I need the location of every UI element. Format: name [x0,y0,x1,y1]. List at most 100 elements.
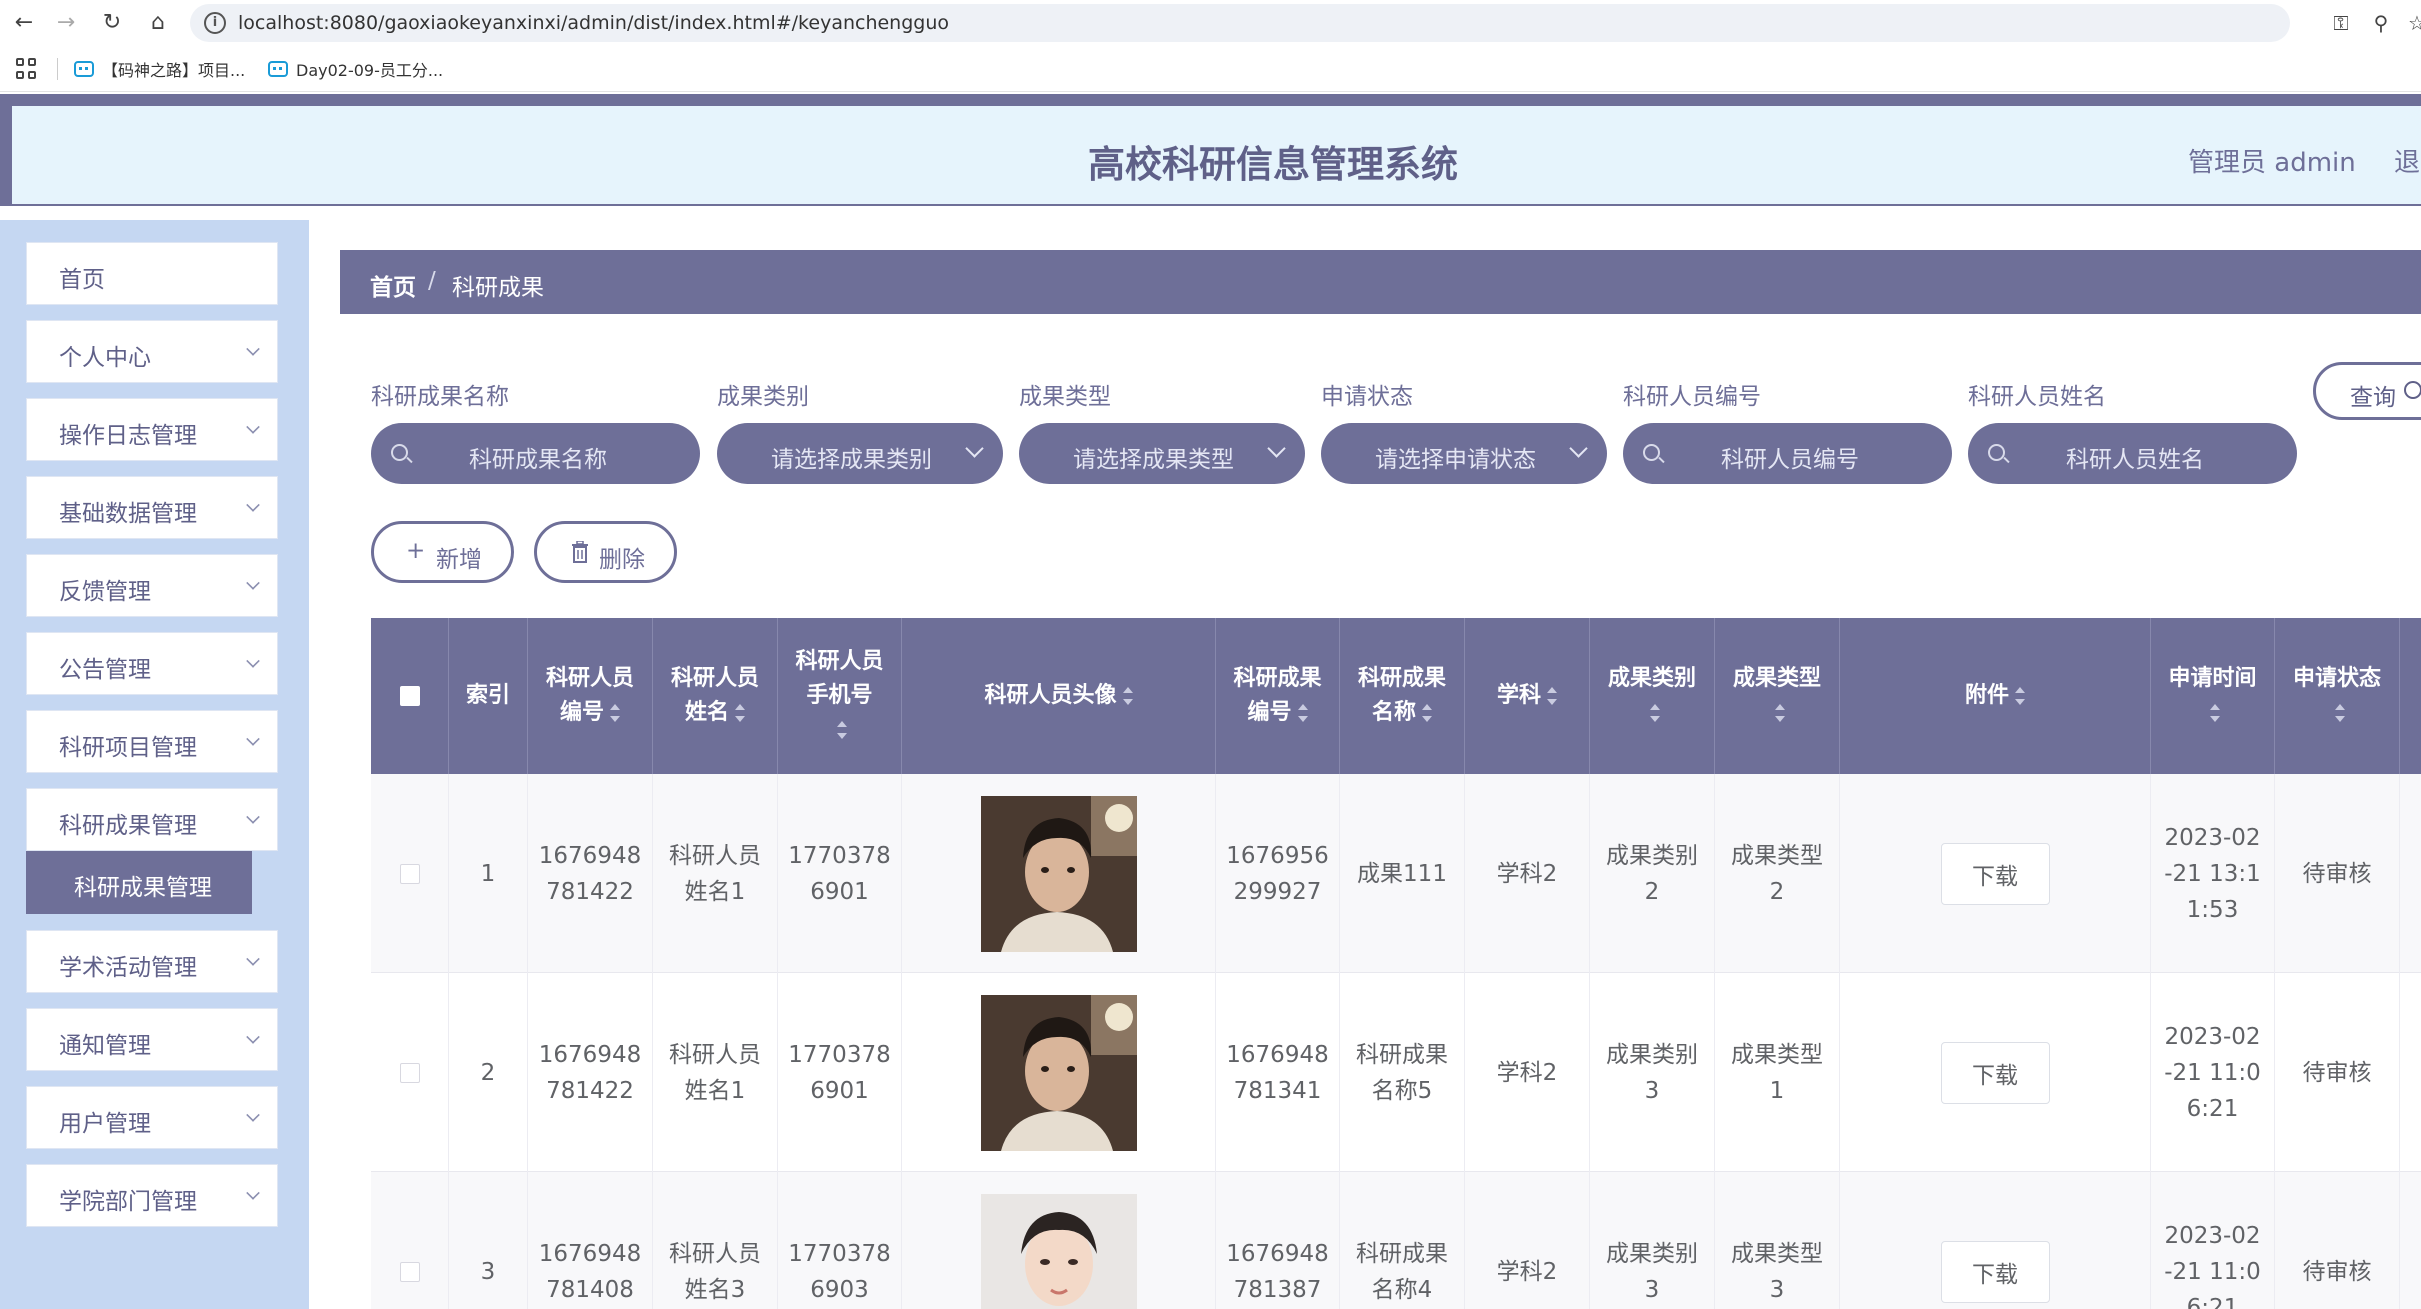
cell-text: 待审核 [2302,1059,2372,1086]
row-checkbox[interactable] [399,1062,420,1083]
site-info-icon[interactable]: i [204,12,226,34]
sidebar-item[interactable]: 通知管理 [26,1008,278,1071]
filter-input[interactable]: 科研人员姓名 [1968,423,2297,484]
bookmark-item[interactable]: 【码神之路】项目... [74,58,245,80]
table-cell: 1676948 781408 [528,1172,653,1309]
column-header[interactable]: 附件 [1840,618,2151,774]
row-checkbox[interactable] [399,863,420,884]
cell-text: 科研成果 名称4 [1356,1240,1448,1303]
sort-caret-icon[interactable] [610,704,620,722]
sort-caret-icon[interactable] [2334,704,2345,722]
logout-button[interactable]: 退出 [2394,142,2421,179]
sidebar-item[interactable]: 科研项目管理 [26,710,278,773]
filter-label: 科研成果名称 [371,384,509,410]
sort-caret-icon[interactable] [1297,704,1308,722]
table-cell [371,1172,449,1309]
delete-button[interactable]: 删除 [534,521,677,583]
bookmark-separator [57,58,58,80]
query-button[interactable]: 查询 [2313,362,2421,420]
sort-caret-icon[interactable] [2015,687,2025,705]
address-bar[interactable]: i localhost:8080/gaoxiaokeyanxinxi/admin… [190,4,2290,42]
column-header[interactable]: 申请时间 [2151,618,2275,774]
column-header[interactable]: 科研成果 编号 [1216,618,1340,774]
sort-caret-icon[interactable] [2210,704,2221,722]
forward-icon[interactable]: → [52,9,80,37]
cell-text: 待审核 [2302,1258,2372,1285]
sidebar-item[interactable]: 学院部门管理 [26,1164,278,1227]
zoom-icon[interactable]: ⚲ [2368,10,2394,36]
header-strip [0,94,2421,106]
delete-label: 删除 [599,547,645,573]
sidebar-item[interactable]: 基础数据管理 [26,476,278,539]
sidebar-item[interactable]: 学术活动管理 [26,930,278,993]
add-button[interactable]: + 新增 [371,521,514,583]
table-cell [371,774,449,973]
table-row[interactable]: 3 1676948 781408 科研人员 姓名3 1770378 6903 16769… [371,1172,2421,1309]
column-header[interactable]: 科研人员 编号 [528,618,653,774]
column-header[interactable]: 科研成果 名称 [1340,618,1465,774]
table-cell: 成果类型 1 [1715,973,1840,1172]
staff-avatar-image [980,1193,1137,1309]
chevron-down-icon [246,1030,260,1044]
sidebar-item[interactable]: 个人中心 [26,320,278,383]
table-row[interactable]: 1 1676948 781422 科研人员 姓名1 1770378 6901 16769… [371,774,2421,973]
app-title: 高校科研信息管理系统 [1088,143,1458,186]
key-icon[interactable]: ⚿ [2328,10,2354,36]
apps-icon[interactable] [16,58,38,80]
column-header-label: 科研成果 编号 [1233,662,1321,730]
filter-select[interactable]: 请选择成果类型 [1019,423,1305,484]
table-cell: 1770378 6901 [778,973,902,1172]
column-header[interactable]: 学科 [1465,618,1590,774]
staff-avatar-image [980,795,1137,952]
column-header[interactable]: 索引 [449,618,528,774]
select-all-checkbox[interactable] [399,686,420,706]
column-header[interactable]: 成果类别 [1590,618,1715,774]
table-row[interactable]: 2 1676948 781422 科研人员 姓名1 1770378 6901 16769… [371,973,2421,1172]
row-checkbox[interactable] [399,1261,420,1282]
download-button[interactable]: 下载 [1940,1041,2050,1104]
sidebar-item[interactable]: 科研成果管理 [26,788,278,851]
sidebar-item[interactable]: 反馈管理 [26,554,278,617]
sidebar-item[interactable]: 用户管理 [26,1086,278,1149]
column-header[interactable]: 科研人员头像 [902,618,1216,774]
select-all-cell[interactable] [371,618,449,774]
column-header[interactable]: 科研人员 姓名 [653,618,778,774]
filter-input[interactable]: 科研人员编号 [1623,423,1952,484]
bookmark-item[interactable]: Day02-09-员工分... [268,58,443,80]
chevron-down-icon [965,439,984,458]
back-icon[interactable]: ← [10,9,38,37]
sort-caret-icon[interactable] [1422,704,1432,722]
chevron-down-icon [246,1108,260,1122]
table-cell: 成果类型 3 [1715,1172,1840,1309]
download-button[interactable]: 下载 [1940,842,2050,905]
column-header[interactable]: 科研人员 手机号 [778,618,902,774]
filter-input[interactable]: 科研成果名称 [371,423,700,484]
star-icon[interactable]: ☆ [2404,10,2421,36]
column-header[interactable]: 成果类型 [1715,618,1840,774]
filter-placeholder: 科研人员编号 [1721,447,1859,473]
sidebar-item[interactable]: 操作日志管理 [26,398,278,461]
column-header-label: 申请时间 [2168,662,2257,730]
reload-icon[interactable]: ↻ [98,9,126,37]
column-header-text: 索引 [465,683,510,708]
sort-caret-icon[interactable] [1122,687,1133,705]
sidebar-item[interactable]: 公告管理 [26,632,278,695]
sidebar-item[interactable]: 首页 [26,242,278,305]
filter-select[interactable]: 请选择申请状态 [1321,423,1607,484]
filter-select[interactable]: 请选择成果类别 [717,423,1003,484]
url-text[interactable]: localhost:8080/gaoxiaokeyanxinxi/admin/d… [238,12,949,34]
table-cell [371,973,449,1172]
sort-caret-icon[interactable] [735,704,745,722]
column-header-label: 索引 [466,679,510,713]
download-button[interactable]: 下载 [1940,1240,2050,1303]
sort-caret-icon[interactable] [1774,704,1785,722]
column-header[interactable]: 申请状态 [2275,618,2400,774]
add-label: 新增 [436,547,482,573]
sort-caret-icon[interactable] [837,721,848,739]
sort-caret-icon[interactable] [1649,704,1660,722]
breadcrumb-home[interactable]: 首页 [370,268,416,302]
sort-caret-icon[interactable] [1547,687,1557,705]
home-icon[interactable]: ⌂ [144,9,172,37]
sidebar-subitem-result-manage[interactable]: 科研成果管理 [26,851,252,914]
filter-placeholder: 请选择成果类型 [1073,447,1234,473]
